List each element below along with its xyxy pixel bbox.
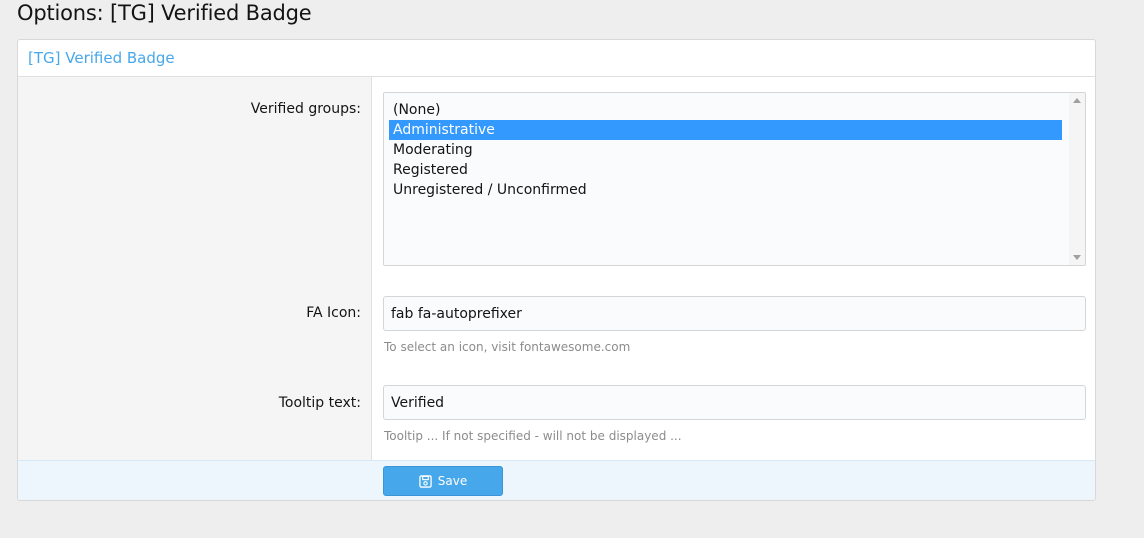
page-title: Options: [TG] Verified Badge (17, 1, 312, 25)
verified-groups-options: (None) Administrative Moderating Registered… (384, 100, 1085, 200)
group-option[interactable]: Administrative (389, 120, 1062, 140)
panel-header: [TG] Verified Badge (18, 40, 1095, 77)
group-option[interactable]: Registered (389, 160, 1062, 180)
scroll-up-icon[interactable] (1073, 98, 1081, 103)
save-button[interactable]: Save (383, 466, 503, 496)
group-option[interactable]: Unregistered / Unconfirmed (389, 180, 1062, 200)
tooltip-text-hint: Tooltip ... If not specified - will not … (384, 429, 682, 443)
group-option[interactable]: Moderating (389, 140, 1062, 160)
select-scrollbar[interactable] (1069, 93, 1085, 265)
tooltip-text-input[interactable] (383, 385, 1086, 420)
options-panel: [TG] Verified Badge Verified groups: FA … (17, 39, 1096, 501)
save-button-label: Save (437, 474, 468, 488)
fa-icon-hint: To select an icon, visit fontawesome.com (384, 340, 631, 354)
form-footer: Save (18, 460, 1095, 500)
label-column: Verified groups: FA Icon: Tooltip text: (18, 77, 372, 460)
verified-groups-label: Verified groups: (250, 101, 361, 117)
save-icon (419, 474, 432, 488)
scroll-down-icon[interactable] (1073, 255, 1081, 260)
group-option[interactable]: (None) (389, 100, 1062, 120)
fa-icon-label: FA Icon: (306, 305, 361, 321)
verified-groups-select[interactable]: (None) Administrative Moderating Registered… (383, 92, 1086, 266)
fa-icon-input[interactable] (383, 296, 1086, 331)
options-form: Verified groups: FA Icon: Tooltip text: … (18, 77, 1095, 460)
tooltip-text-label: Tooltip text: (278, 395, 361, 411)
